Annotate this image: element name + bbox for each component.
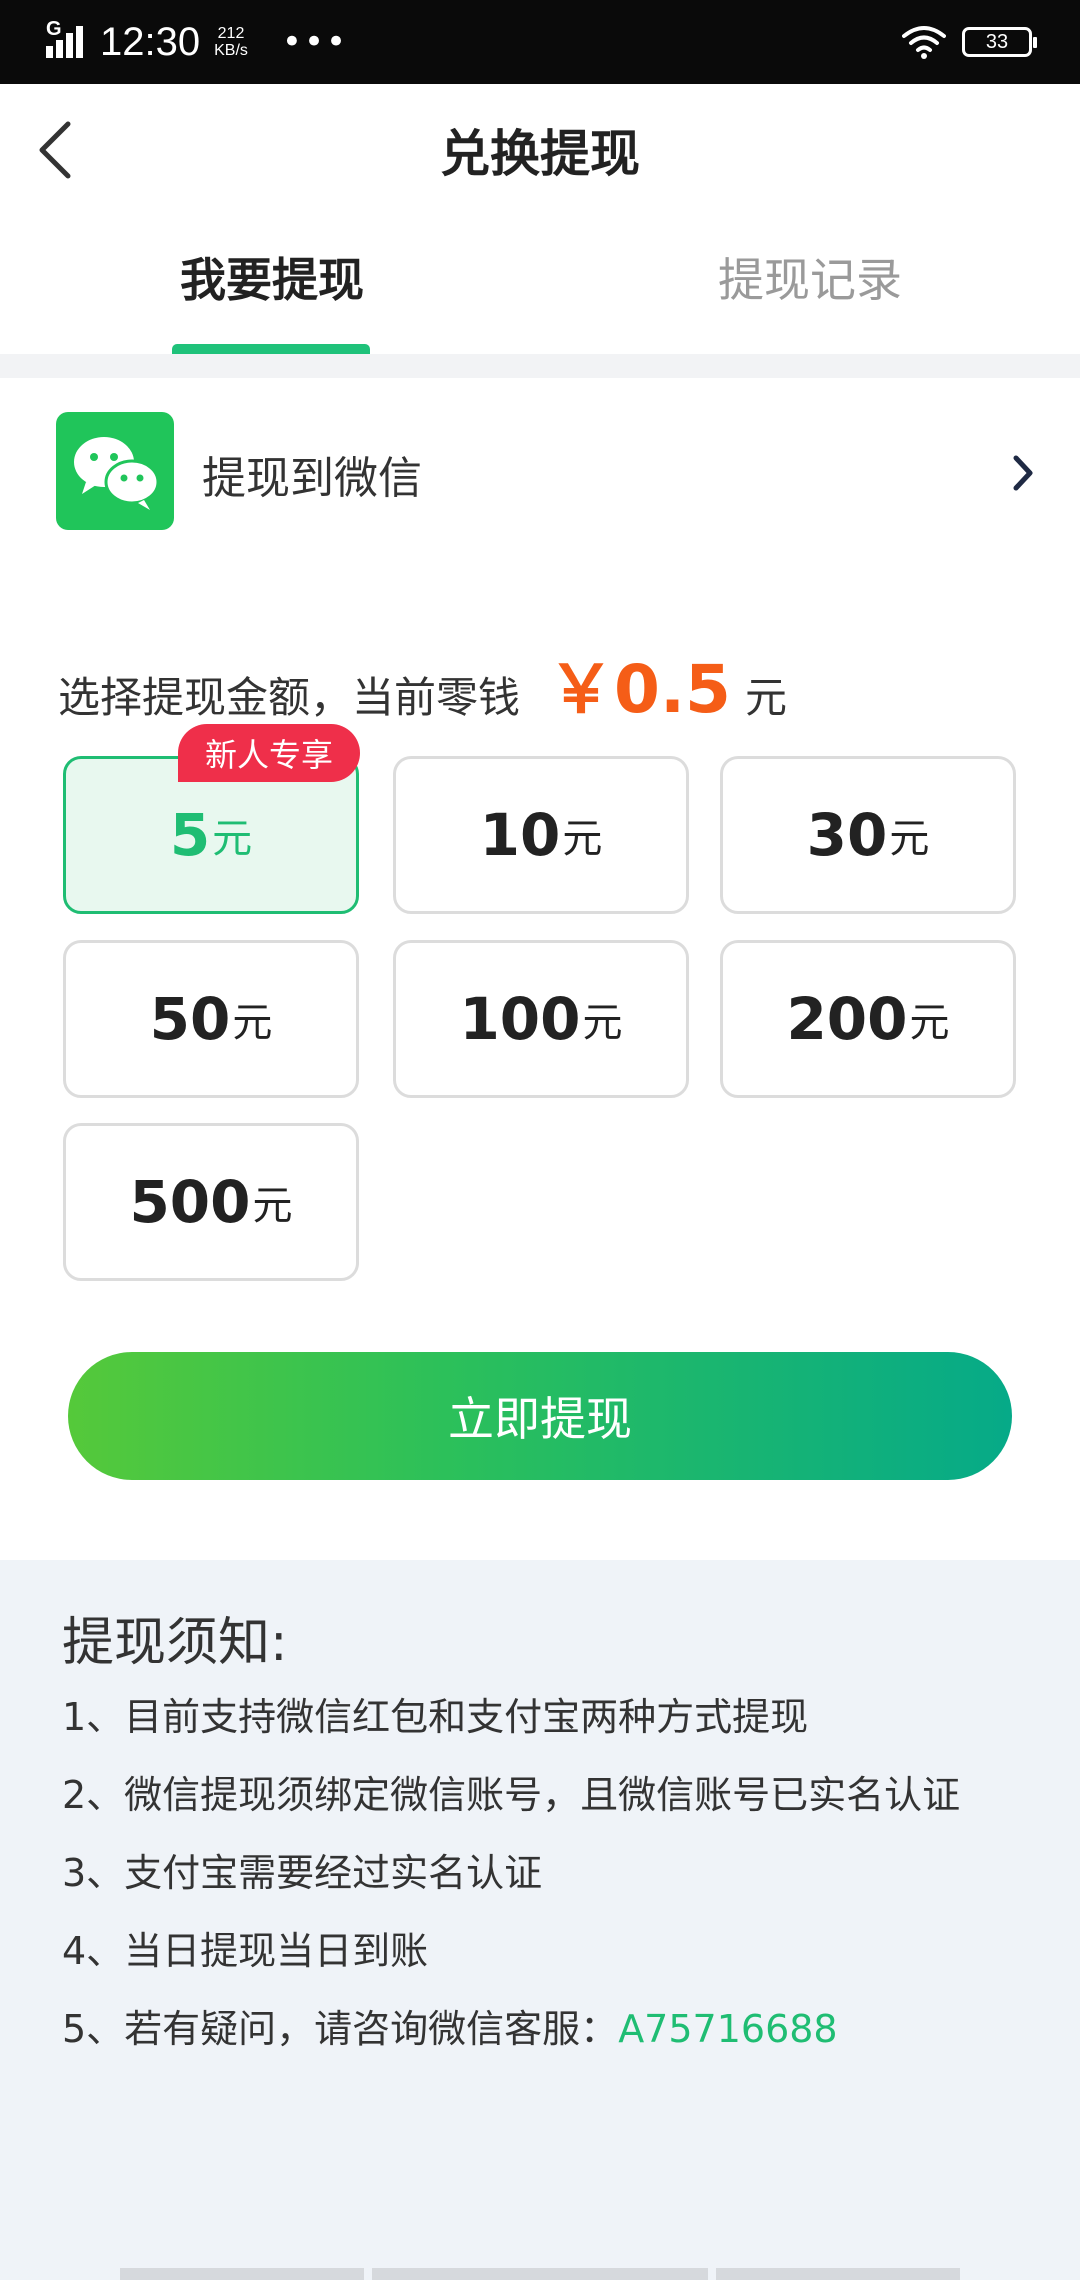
speed-value: 212 [217,25,245,42]
app-header: 兑换提现 [0,84,1080,214]
battery-level: 33 [985,30,1009,53]
amount-option-value: 30 [806,801,888,869]
customer-service-id[interactable]: A75716688 [618,2007,837,2051]
withdraw-method-row[interactable]: 提现到微信 [0,378,1080,558]
amount-option-50[interactable]: 50 元 [63,940,359,1098]
new-user-badge: 新人专享 [178,724,360,782]
network-type: G [46,18,62,40]
notice-title: 提现须知: [62,1613,288,1673]
page-title: 兑换提现 [440,125,640,183]
section-divider [0,354,1080,378]
amount-option-value: 5 [169,801,211,869]
amount-option-unit: 元 [252,1183,293,1229]
current-balance: ￥0.5 [548,651,731,728]
balance-unit: 元 [744,673,787,722]
status-bar: G 12:30 212 KB/s ••• 33 [0,0,1080,84]
wifi-icon [902,26,946,59]
signal-icon: G [46,18,92,62]
amount-option-10[interactable]: 10 元 [393,756,689,914]
amount-prompt-text: 选择提现金额，当前零钱 [58,673,521,722]
speed-unit: KB/s [214,42,248,59]
amount-option-unit: 元 [889,816,930,862]
clock: 12:30 [100,19,201,64]
bottom-bar-segment [716,2268,960,2280]
chevron-right-icon [1013,455,1033,491]
notice-item-contact: 5、若有疑问，请咨询微信客服：A75716688 [62,1998,838,2053]
amount-option-100[interactable]: 100 元 [393,940,689,1098]
amount-option-30[interactable]: 30 元 [720,756,1016,914]
amount-option-unit: 元 [562,816,603,862]
tab-withdraw[interactable]: 我要提现 [172,244,372,310]
amount-option-unit: 元 [582,1000,623,1046]
amount-option-value: 100 [459,985,581,1053]
wechat-icon [56,412,174,530]
notice-item-text: 5、若有疑问，请咨询微信客服： [62,2007,619,2051]
network-speed: 212 KB/s [214,25,248,59]
amount-prompt: 选择提现金额，当前零钱 ￥0.5 元 [58,636,787,732]
more-notifications-icon: ••• [281,22,349,62]
active-tab-indicator [172,344,370,354]
notice-item: 1、目前支持微信红包和支付宝两种方式提现 [62,1695,809,1739]
battery-icon: 33 [962,27,1037,57]
amount-option-unit: 元 [909,1000,950,1046]
notice-item: 3、支付宝需要经过实名认证 [62,1851,543,1895]
amount-option-200[interactable]: 200 元 [720,940,1016,1098]
amount-option-unit: 元 [212,816,253,862]
bottom-bar-segment [372,2268,708,2280]
withdraw-notice: 提现须知: 1、目前支持微信红包和支付宝两种方式提现 2、微信提现须绑定微信账号… [0,1560,1080,2280]
amount-option-value: 10 [479,801,561,869]
withdraw-method-label: 提现到微信 [202,453,422,504]
amount-option-value: 200 [786,985,908,1053]
amount-option-value: 50 [149,985,231,1053]
amount-option-unit: 元 [232,1000,273,1046]
notice-item: 4、当日提现当日到账 [62,1929,429,1973]
amount-option-value: 500 [129,1168,251,1236]
bottom-bar-segment [120,2268,364,2280]
tab-bar: 我要提现 提现记录 [0,214,1080,354]
withdraw-now-button[interactable]: 立即提现 [68,1352,1012,1480]
tab-withdraw-records[interactable]: 提现记录 [700,244,920,310]
amount-option-500[interactable]: 500 元 [63,1123,359,1281]
notice-item: 2、微信提现须绑定微信账号，且微信账号已实名认证 [62,1773,961,1817]
